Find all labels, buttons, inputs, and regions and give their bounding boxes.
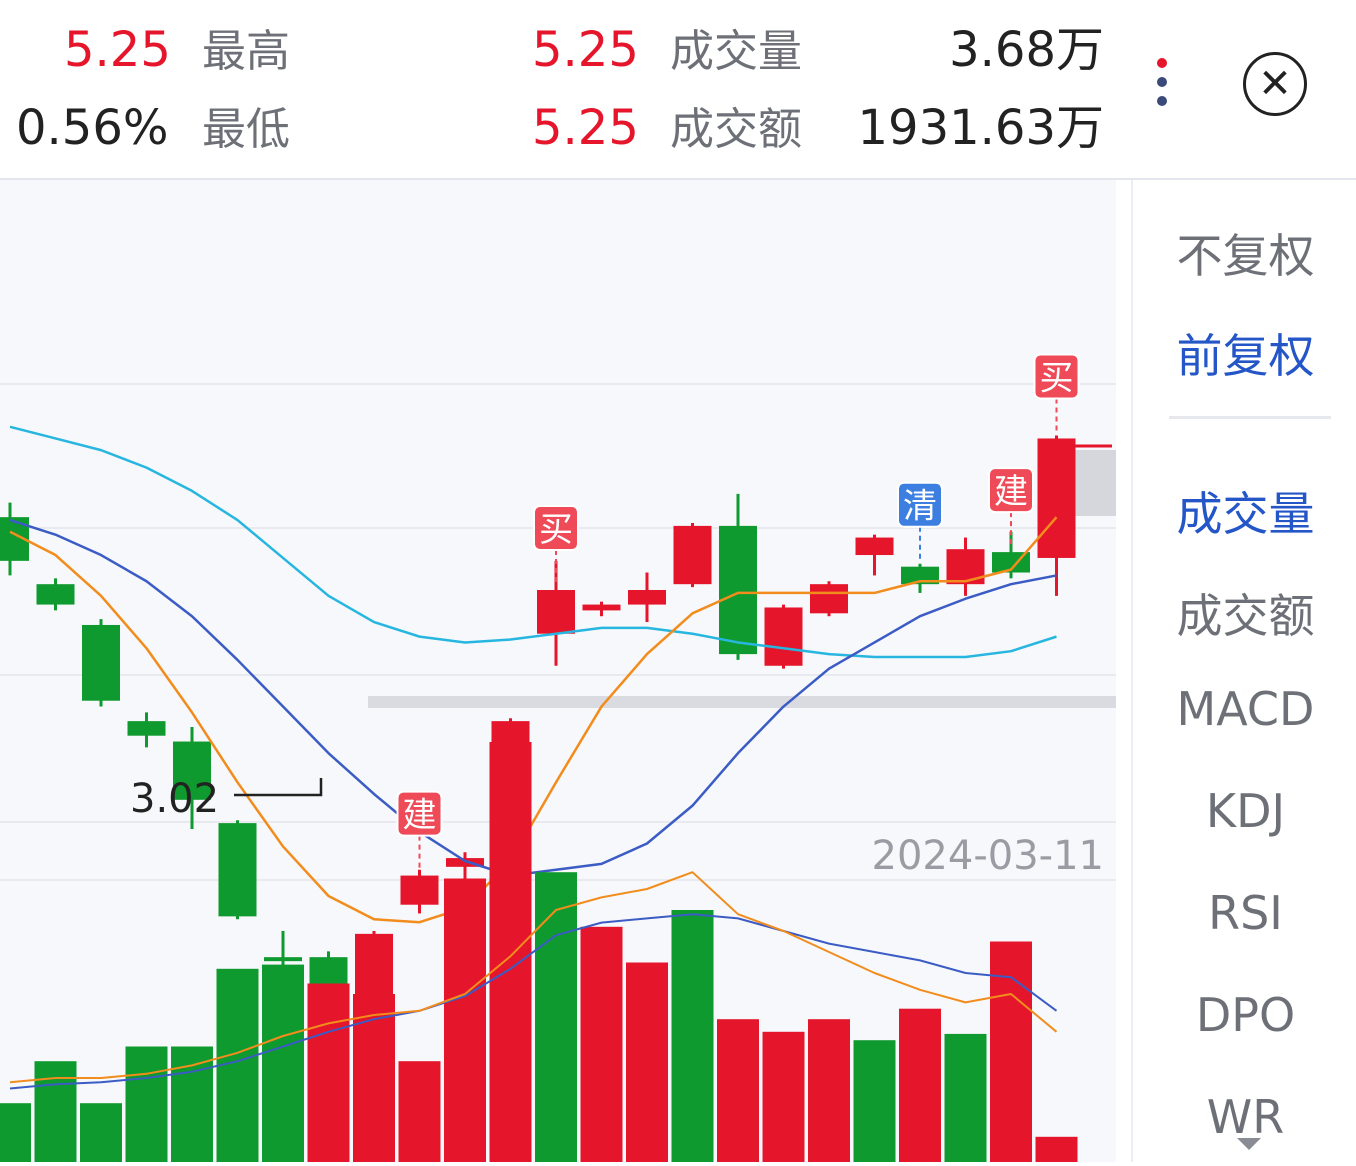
quote-header: 5.25 最高 0.56% 最低 5.25 成交量 5.25 成交额 3.68万… xyxy=(0,0,1356,180)
marker-label: 建 xyxy=(403,796,437,836)
volume-bar xyxy=(125,1046,168,1162)
kline-chart-area[interactable]: 建买清建买 3.02 2024-03-11 xyxy=(0,180,1116,1162)
min-price-label: 3.02 xyxy=(130,776,219,822)
cost-band xyxy=(368,696,1116,708)
kline-chart-svg[interactable]: 建买清 建买 3.02 2024-03-11 xyxy=(0,180,1116,1162)
marker-label: 清 xyxy=(903,487,937,527)
indicator-amount[interactable]: 成交额 xyxy=(1133,580,1356,646)
volume-bar xyxy=(262,964,304,1162)
indicator-wr[interactable]: WR xyxy=(1133,1090,1356,1144)
volume-bar xyxy=(808,1019,850,1162)
marker-label: 买 xyxy=(539,510,573,550)
indicator-sidebar: 不复权 前复权 成交量 成交额 MACD KDJ RSI DPO WR xyxy=(1131,180,1356,1162)
amount-label: 成交额 xyxy=(670,104,802,155)
volume-bar xyxy=(671,910,714,1162)
indicator-dpo[interactable]: DPO xyxy=(1133,988,1356,1042)
candle-body xyxy=(218,823,257,917)
volume-bar xyxy=(535,872,577,1162)
volume-bar xyxy=(34,1061,77,1162)
volume-bar xyxy=(398,1061,441,1162)
volume-bar xyxy=(899,1008,941,1162)
candle-body xyxy=(1037,438,1076,558)
high-value: 5.25 xyxy=(532,22,639,78)
candle-body xyxy=(855,537,894,556)
volume-bar xyxy=(762,1031,805,1162)
volume-bar xyxy=(717,1019,759,1162)
volume-bar xyxy=(0,1103,31,1162)
candle-body xyxy=(537,590,575,634)
volume-bar xyxy=(626,962,668,1162)
date-label: 2024-03-11 xyxy=(872,833,1104,879)
volume-bar xyxy=(944,1033,987,1162)
volume-bar xyxy=(80,1103,122,1162)
volume-bar xyxy=(990,941,1032,1162)
volume-bar xyxy=(444,878,486,1162)
marker-label: 建 xyxy=(994,472,1028,512)
low-value: 5.25 xyxy=(532,100,639,156)
indicator-rsi[interactable]: RSI xyxy=(1133,886,1356,940)
volume-bar xyxy=(171,1046,213,1162)
candle-body xyxy=(582,604,621,611)
indicator-volume[interactable]: 成交量 xyxy=(1133,478,1356,544)
low-label: 最低 xyxy=(202,104,290,155)
change-percent: 0.56% xyxy=(16,100,169,156)
volume-bar xyxy=(853,1040,896,1162)
adjust-forward[interactable]: 前复权 xyxy=(1133,320,1356,386)
candle-body xyxy=(355,933,393,1004)
candle-body xyxy=(764,607,803,666)
volume-label: 成交量 xyxy=(670,26,802,77)
volume-bar xyxy=(489,742,532,1162)
high-label: 最高 xyxy=(202,26,290,77)
candle-body xyxy=(673,525,712,585)
close-circle-icon[interactable]: ✕ xyxy=(1243,52,1307,116)
last-price: 5.25 xyxy=(64,22,171,78)
sidebar-divider xyxy=(1169,416,1331,419)
candle-body xyxy=(719,525,757,655)
candle-body xyxy=(82,624,120,701)
indicator-kdj[interactable]: KDJ xyxy=(1133,784,1356,838)
candle-body xyxy=(400,875,439,905)
more-vertical-icon[interactable] xyxy=(1154,58,1170,114)
min-price-leader xyxy=(234,778,323,797)
indicator-macd[interactable]: MACD xyxy=(1133,682,1356,736)
candle-body xyxy=(264,957,302,962)
chevron-down-icon[interactable] xyxy=(1237,1138,1261,1150)
candle-body xyxy=(810,584,848,614)
candle-body xyxy=(628,590,666,605)
volume-value: 3.68万 xyxy=(949,22,1104,78)
candle-body xyxy=(127,721,166,736)
marker-label: 买 xyxy=(1040,358,1074,398)
volume-bar xyxy=(307,983,350,1162)
adjust-none[interactable]: 不复权 xyxy=(1133,220,1356,286)
amount-value: 1931.63万 xyxy=(857,100,1105,156)
volume-bar xyxy=(1035,1136,1078,1162)
candle-body xyxy=(36,584,75,605)
volume-bar xyxy=(580,926,623,1162)
